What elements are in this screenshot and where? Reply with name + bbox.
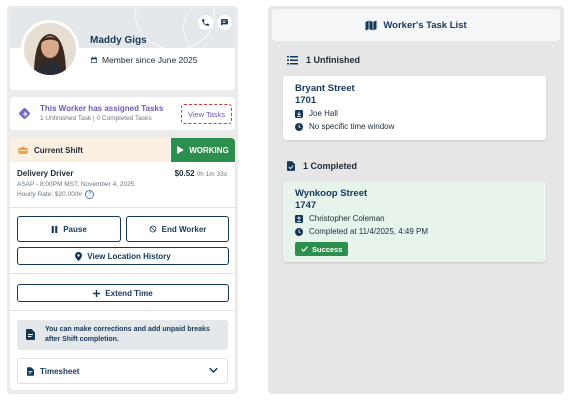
clock-icon: [295, 227, 303, 236]
route-diamond-icon: [19, 108, 30, 119]
task-list-panel: Worker's Task List 1 Unfinished Bryant S…: [268, 6, 564, 394]
current-shift-card: Current Shift WORKING Delivery Driver $0…: [10, 138, 235, 390]
chat-icon: [221, 19, 228, 26]
clock-icon: [295, 122, 303, 131]
extend-time-label: Extend Time: [105, 288, 153, 298]
avatar-portrait: [24, 23, 76, 75]
document-info-icon: [26, 329, 35, 340]
end-worker-button[interactable]: End Worker: [126, 216, 229, 242]
person-box-icon: [295, 109, 303, 118]
task-card-unfinished[interactable]: Bryant Street 1701 Joe Hall No specific …: [283, 76, 546, 140]
task-person-name: Joe Hall: [309, 109, 338, 118]
corrections-notice-text: You can make corrections and add unpaid …: [45, 326, 210, 343]
divider: [10, 310, 235, 311]
completed-section-title: 1 Completed: [287, 161, 357, 171]
divider: [10, 273, 235, 274]
view-location-history-label: View Location History: [87, 251, 171, 261]
extend-time-button[interactable]: Extend Time: [17, 284, 229, 302]
task-street: Bryant Street: [295, 83, 355, 94]
view-tasks-button[interactable]: View Tasks: [181, 104, 232, 124]
task-time-text: No specific time window: [309, 122, 395, 131]
plus-icon: [93, 289, 101, 297]
task-person-name: Christopher Coleman: [309, 214, 385, 223]
person-box-icon: [295, 214, 303, 223]
ban-icon: [149, 225, 157, 233]
task-time: No specific time window: [295, 122, 394, 131]
task-number: 1747: [295, 200, 317, 211]
member-since: Member since June 2025: [90, 55, 197, 65]
unfinished-section-title: 1 Unfinished: [287, 55, 360, 65]
info-icon[interactable]: ?: [85, 190, 95, 199]
chevron-down-icon: [209, 367, 218, 374]
task-number: 1701: [295, 95, 317, 106]
view-location-history-button[interactable]: View Location History: [17, 247, 229, 265]
document-check-icon: [287, 161, 295, 171]
pause-icon: [51, 225, 58, 233]
task-time: Completed at 11/4/2025, 4:49 PM: [295, 227, 428, 236]
phone-button[interactable]: [198, 15, 213, 30]
shift-role: Delivery Driver: [17, 169, 74, 178]
map-icon: [365, 20, 377, 30]
working-status-label: WORKING: [189, 145, 229, 155]
shift-pay-amount: $0.52: [174, 169, 195, 178]
shift-elapsed: 0h 1m 33s: [196, 171, 227, 178]
document-icon: [27, 366, 34, 376]
end-worker-label: End Worker: [161, 224, 207, 234]
shift-pay: $0.52 0h 1m 33s: [175, 169, 227, 178]
check-icon: [301, 246, 308, 252]
message-button[interactable]: [217, 15, 232, 30]
play-icon: [177, 146, 185, 154]
worker-detail-panel: Maddy Gigs Member since June 2025 This W…: [7, 6, 238, 394]
calendar-icon: [91, 56, 97, 63]
profile-card: Maddy Gigs Member since June 2025: [10, 8, 235, 90]
phone-icon: [202, 19, 209, 26]
success-badge: Success: [295, 242, 349, 256]
assigned-tasks-summary: 1 Unfinished Task | 0 Completed Tasks: [40, 115, 152, 122]
task-time-text: Completed at 11/4/2025, 4:49 PM: [309, 227, 429, 236]
task-person: Christopher Coleman: [295, 214, 385, 223]
task-list-title: Worker's Task List: [383, 19, 467, 31]
working-status-button[interactable]: WORKING: [171, 138, 235, 162]
worker-name: Maddy Gigs: [90, 35, 147, 46]
assigned-tasks-banner: This Worker has assigned Tasks 1 Unfinis…: [10, 97, 235, 130]
current-shift-header: Current Shift: [10, 138, 170, 162]
timesheet-accordion[interactable]: Timesheet: [17, 358, 228, 384]
task-card-completed[interactable]: Wynkoop Street 1747 Christopher Coleman …: [283, 181, 546, 262]
completed-count-label: 1 Completed: [303, 161, 358, 171]
avatar: [21, 20, 79, 78]
divider: [10, 207, 235, 208]
hourly-rate: Hourly Rate: $20.00/hr ?: [17, 190, 95, 199]
timesheet-label: Timesheet: [40, 366, 80, 376]
assigned-tasks-title: This Worker has assigned Tasks: [40, 104, 164, 113]
hourly-rate-text: Hourly Rate: $20.00/hr: [17, 191, 83, 198]
success-label: Success: [312, 244, 343, 254]
task-list-header: Worker's Task List: [272, 9, 560, 41]
unfinished-count-label: 1 Unfinished: [306, 55, 361, 65]
task-person: Joe Hall: [295, 109, 338, 118]
corrections-notice: You can make corrections and add unpaid …: [17, 320, 228, 350]
pause-button[interactable]: Pause: [17, 216, 121, 242]
task-street: Wynkoop Street: [295, 188, 368, 199]
shift-window: ASAP - 8:00PM MST, November 4, 2025: [17, 181, 135, 188]
member-since-text: Member since June 2025: [102, 55, 198, 65]
map-pin-icon: [75, 251, 83, 261]
shift-icon: [18, 146, 28, 154]
current-shift-label: Current Shift: [34, 145, 83, 155]
list-icon: [287, 55, 298, 64]
pause-label: Pause: [63, 224, 87, 234]
